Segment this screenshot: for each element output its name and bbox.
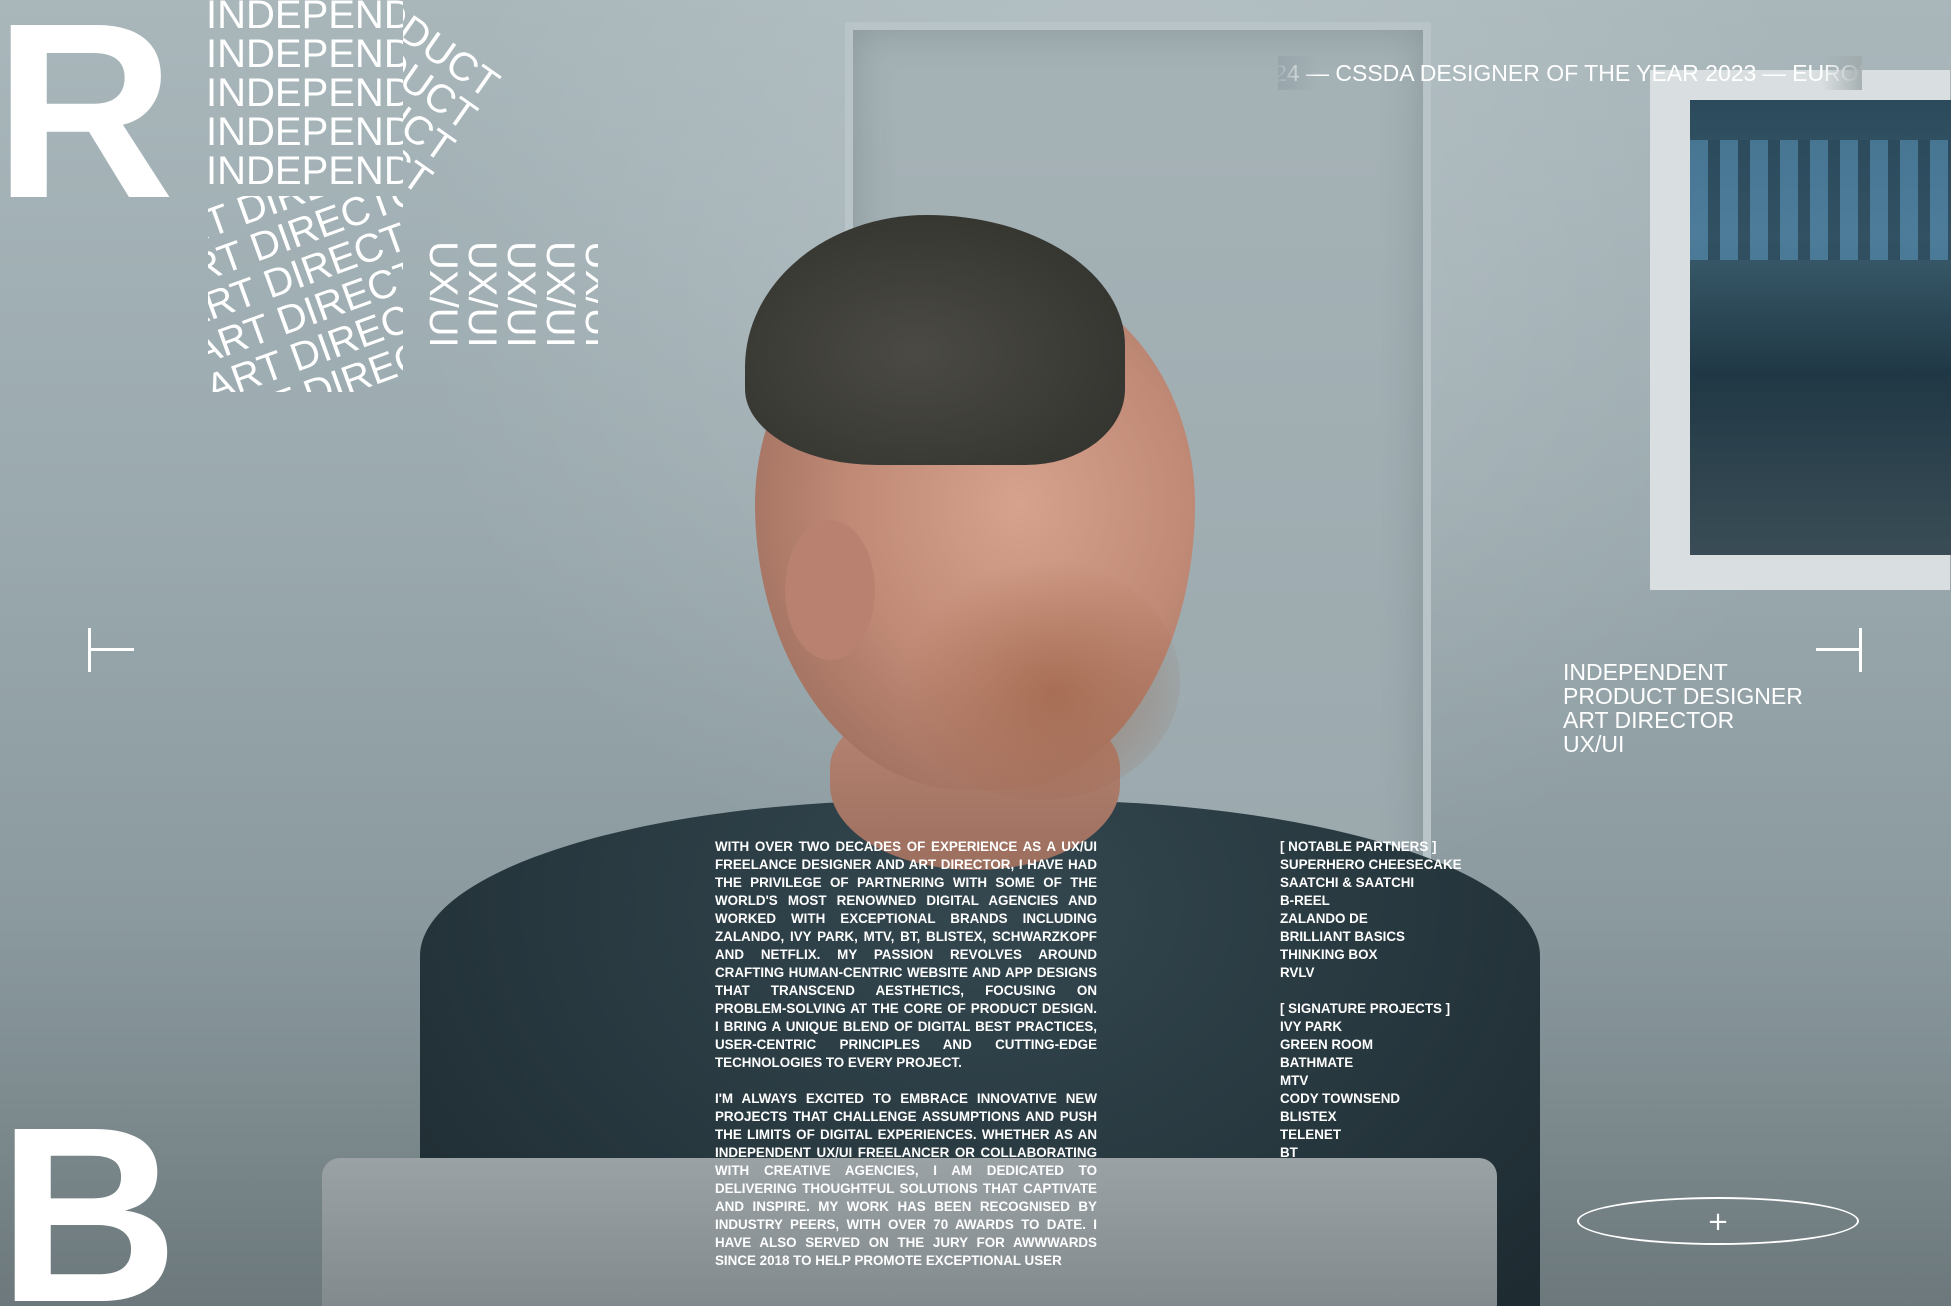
bio-paragraph: With over two decades of experience as a… bbox=[715, 839, 1097, 1070]
credits-lists: [ NOTABLE PARTNERS ] SUPERHERO CHEESECAK… bbox=[1280, 838, 1462, 1180]
project-item[interactable]: GREEN ROOM bbox=[1280, 1036, 1462, 1054]
crop-mark-left-icon bbox=[88, 628, 134, 672]
partner-item: THINKING BOX bbox=[1280, 947, 1378, 962]
role-item: ART DIRECTOR bbox=[1563, 707, 1735, 733]
tile-independent: INDEPENDENT INDEPENDENT INDEPENDENT INDE… bbox=[208, 0, 403, 196]
hero-section: R B INDEPENDENT INDEPENDENT INDEPENDENT … bbox=[0, 0, 1951, 1306]
marquee-text: 24 — CSSDA DESIGNER OF THE YEAR 2023 — E… bbox=[1278, 60, 1862, 86]
partner-item: ZALANDO DE bbox=[1280, 911, 1368, 926]
partner-item: RVLV bbox=[1280, 965, 1315, 980]
initial-letter-top: R bbox=[0, 0, 175, 250]
project-item[interactable]: CODY TOWNSEND bbox=[1280, 1090, 1462, 1108]
tile-word: INDEPENDENT bbox=[208, 32, 403, 76]
tile-word: INDEPENDENT bbox=[208, 0, 403, 37]
projects-heading: [ SIGNATURE PROJECTS ] bbox=[1280, 1001, 1451, 1016]
project-item[interactable]: BATHMATE bbox=[1280, 1054, 1462, 1072]
partner-item: B-REEL bbox=[1280, 893, 1330, 908]
roles-list: INDEPENDENT PRODUCT DESIGNER ART DIRECTO… bbox=[1563, 660, 1803, 756]
portrait-ear bbox=[785, 520, 875, 660]
tile-word: UX/UI bbox=[499, 241, 543, 348]
background-window-pane bbox=[1690, 100, 1951, 555]
partners-heading: [ NOTABLE PARTNERS ] bbox=[1280, 839, 1437, 854]
partner-item: SAATCHI & SAATCHI bbox=[1280, 875, 1415, 890]
crop-mark-right-icon bbox=[1816, 628, 1862, 672]
tile-word: UX/UI bbox=[460, 241, 504, 348]
typography-tile: INDEPENDENT INDEPENDENT INDEPENDENT INDE… bbox=[208, 0, 598, 392]
tile-word: UX/UI bbox=[538, 241, 582, 348]
initial-letter-bottom: B bbox=[0, 1075, 179, 1306]
project-item[interactable]: BT bbox=[1280, 1144, 1462, 1162]
tile-word: INDEPENDENT bbox=[208, 149, 403, 193]
tile-word: INDEPENDENT bbox=[208, 71, 403, 115]
expand-plus-button[interactable]: + bbox=[1577, 1197, 1859, 1245]
portrait-beard bbox=[900, 560, 1180, 800]
partners-list: [ NOTABLE PARTNERS ] SUPERHERO CHEESECAK… bbox=[1280, 838, 1462, 982]
tile-word: UX/UI bbox=[421, 241, 465, 348]
tile-uxui: UX/UI UX/UI UX/UI UX/UI UX/UI bbox=[403, 196, 598, 392]
partner-item: SUPERHERO CHEESECAKE bbox=[1280, 857, 1462, 872]
bio-text: With over two decades of experience as a… bbox=[715, 838, 1097, 1288]
project-item[interactable]: IVY PARK bbox=[1280, 1018, 1462, 1036]
awards-marquee: 24 — CSSDA DESIGNER OF THE YEAR 2023 — E… bbox=[1278, 56, 1862, 90]
project-item[interactable]: MTV bbox=[1280, 1072, 1462, 1090]
project-item[interactable]: BLISTEX bbox=[1280, 1108, 1462, 1126]
role-item: UX/UI bbox=[1563, 731, 1625, 757]
project-item[interactable]: TELENET bbox=[1280, 1126, 1462, 1144]
projects-list: [ SIGNATURE PROJECTS ] IVY PARK GREEN RO… bbox=[1280, 1000, 1462, 1162]
tile-art-director: ART DIRECTOR ART DIRECTOR ART DIRECTOR A… bbox=[208, 196, 403, 392]
bio-paragraph: I'm always excited to embrace innovative… bbox=[715, 1091, 1097, 1268]
role-item: PRODUCT DESIGNER bbox=[1563, 683, 1803, 709]
tile-word: INDEPENDENT bbox=[208, 110, 403, 154]
partner-item: BRILLIANT BASICS bbox=[1280, 929, 1405, 944]
tile-product: PRODUCT PRODUCT PRODUCT PRODUCT PRODUCT … bbox=[403, 0, 598, 196]
role-item: INDEPENDENT bbox=[1563, 659, 1728, 685]
